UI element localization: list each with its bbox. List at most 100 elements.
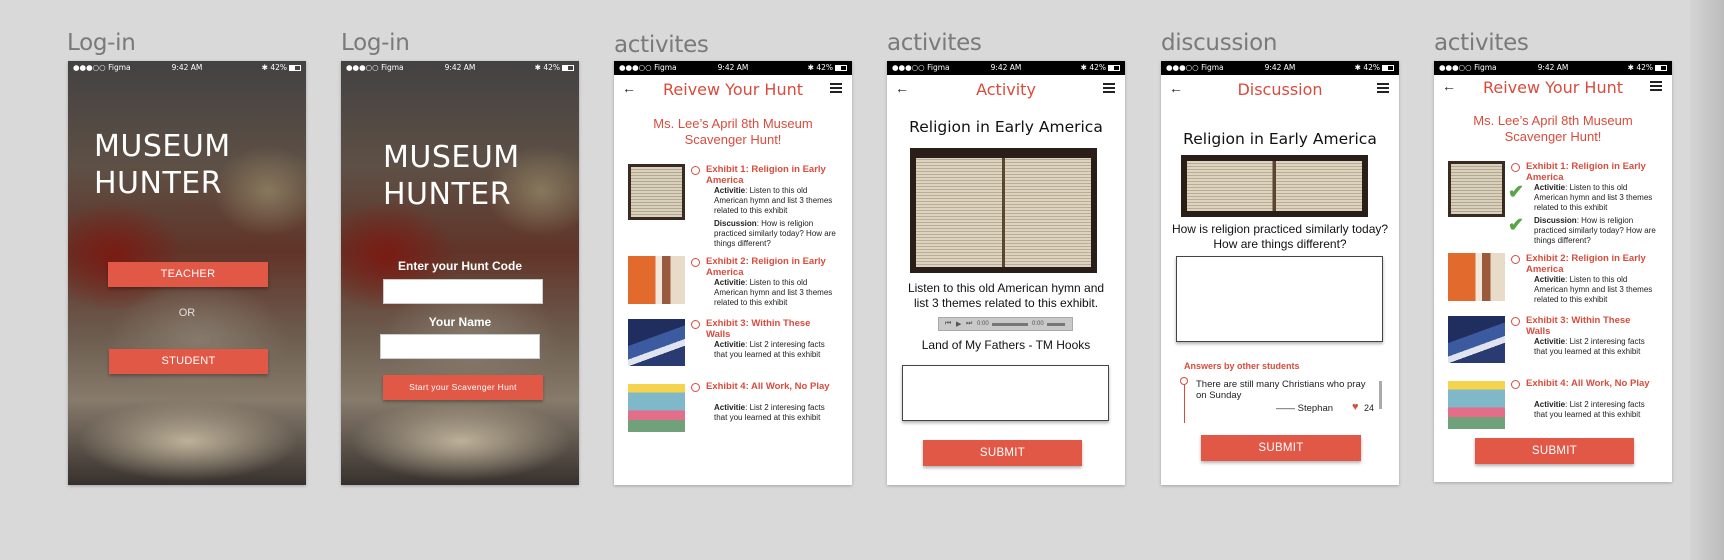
- play-icon[interactable]: ▶: [956, 320, 961, 328]
- exhibit-2-title[interactable]: Exhibit 2: Religion in Early America: [1526, 253, 1654, 275]
- nav-bar: ← Activity: [887, 75, 1125, 107]
- exhibit-2-title[interactable]: Exhibit 2: Religion in Early America: [706, 256, 834, 278]
- discussion-question: How is religion practiced similarly toda…: [1171, 222, 1389, 251]
- review-hunt-progress-screen: ●●●○○ Figma 9:42 AM ✱ 42% ← Reivew Your …: [1434, 61, 1672, 482]
- exhibit-1-radio[interactable]: [1511, 163, 1520, 172]
- exhibit-4-thumbnail[interactable]: [628, 384, 685, 432]
- exhibit-4-activity: Activitie: List 2 interesing facts that …: [1534, 400, 1645, 419]
- exhibit-1-radio[interactable]: [691, 166, 700, 175]
- scrollbar[interactable]: [1379, 381, 1382, 409]
- login-role-screen: ●●●○○ Figma 9:42 AM ✱ 42% MUSEUM HUNTER T…: [68, 61, 306, 485]
- submit-button[interactable]: SUBMIT: [1201, 435, 1361, 461]
- exhibit-4-radio[interactable]: [691, 383, 700, 392]
- login-hunt-code-screen: ●●●○○ Figma 9:42 AM ✱ 42% MUSEUM HUNTER E…: [341, 61, 579, 485]
- your-name-label: Your Name: [428, 315, 492, 329]
- exhibit-1-thumbnail[interactable]: [1448, 161, 1505, 217]
- exhibit-heading: Religion in Early America: [1183, 130, 1377, 148]
- battery: ✱ 42%: [262, 63, 301, 72]
- page-title: Activity: [976, 80, 1036, 99]
- submit-button[interactable]: SUBMIT: [1475, 438, 1634, 464]
- submit-button[interactable]: SUBMIT: [923, 440, 1082, 466]
- exhibit-4-thumbnail[interactable]: [1448, 381, 1505, 429]
- forward-icon[interactable]: ⏭: [966, 320, 972, 328]
- activity-screen: ●●●○○ Figma 9:42 AM ✱ 42% ← Activity Rel…: [887, 61, 1125, 485]
- exhibit-1-activity: Activitie: Listen to this old American h…: [1534, 183, 1653, 212]
- exhibit-2-activity: Activitie: Listen to this old American h…: [714, 278, 833, 307]
- rewind-icon[interactable]: ⏮: [945, 320, 951, 328]
- hunt-code-input[interactable]: [383, 279, 543, 304]
- battery-icon: [1382, 65, 1394, 71]
- battery-icon: [1655, 65, 1667, 71]
- exhibit-4-title[interactable]: Exhibit 4: All Work, No Play: [706, 381, 834, 393]
- exhibit-4-title[interactable]: Exhibit 4: All Work, No Play: [1526, 378, 1654, 390]
- exhibit-4-radio[interactable]: [1511, 380, 1520, 389]
- audio-player[interactable]: ⏮ ▶ ⏭ 0:00 0:00: [938, 317, 1073, 331]
- exhibit-1-thumbnail[interactable]: [628, 164, 685, 220]
- page-title: Discussion: [1237, 80, 1323, 99]
- audio-progress-bar[interactable]: [992, 323, 1028, 326]
- hamburger-menu-icon[interactable]: [1103, 83, 1115, 93]
- status-bar: ●●●○○ Figma 9:42 AM ✱ 42%: [68, 61, 306, 75]
- exhibit-3-title[interactable]: Exhibit 3: Within These Walls: [706, 318, 834, 340]
- page-title: Reivew Your Hunt: [1483, 78, 1623, 97]
- exhibit-1-activity: Activitie: Listen to this old American h…: [714, 186, 833, 215]
- exhibit-2-radio[interactable]: [691, 258, 700, 267]
- exhibit-image: [910, 148, 1097, 273]
- nav-bar: ← Reivew Your Hunt: [1434, 73, 1672, 105]
- heart-icon[interactable]: ♥: [1352, 401, 1359, 413]
- teacher-button[interactable]: TEACHER: [108, 262, 268, 287]
- battery-icon: [562, 65, 574, 71]
- app-title: MUSEUM HUNTER: [94, 129, 231, 201]
- exhibit-2-thumbnail[interactable]: [1448, 253, 1505, 301]
- exhibit-1-title[interactable]: Exhibit 1: Religion in Early America: [706, 164, 834, 186]
- frame-label-activities-3: activites: [1434, 30, 1529, 56]
- song-title: Land of My Fathers - TM Hooks: [921, 338, 1091, 352]
- exhibit-3-radio[interactable]: [1511, 317, 1520, 326]
- exhibit-1-title[interactable]: Exhibit 1: Religion in Early America: [1526, 161, 1654, 183]
- frame-label-discussion: discussion: [1161, 30, 1278, 56]
- exhibit-2-activity: Activitie: Listen to this old American h…: [1534, 275, 1653, 304]
- exhibit-4-activity: Activitie: List 2 interesing facts that …: [714, 403, 825, 422]
- hamburger-menu-icon[interactable]: [830, 83, 842, 93]
- exhibit-3-title[interactable]: Exhibit 3: Within These Walls: [1526, 315, 1654, 337]
- exhibit-3-thumbnail[interactable]: [628, 319, 685, 366]
- canvas-edge: [1690, 0, 1724, 560]
- timeline-line: [1183, 385, 1185, 423]
- volume-slider[interactable]: [1047, 323, 1065, 326]
- exhibit-3-radio[interactable]: [691, 320, 700, 329]
- review-hunt-screen: ●●●○○ Figma 9:42 AM ✱ 42% ← Reivew Your …: [614, 61, 852, 485]
- discussion-screen: ●●●○○ Figma 9:42 AM ✱ 42% ← Discussion R…: [1161, 61, 1399, 485]
- exhibit-2-thumbnail[interactable]: [628, 256, 685, 304]
- name-input[interactable]: [380, 334, 540, 359]
- status-bar: ●●●○○ Figma 9:42 AM ✱ 42%: [887, 61, 1125, 75]
- battery-icon: [1108, 65, 1120, 71]
- audio-elapsed: 0:00: [977, 321, 989, 327]
- status-bar: ●●●○○ Figma 9:42 AM ✱ 42%: [614, 61, 852, 75]
- or-label: OR: [178, 307, 196, 319]
- student-button[interactable]: STUDENT: [109, 349, 268, 374]
- discussion-textarea[interactable]: [1176, 256, 1383, 342]
- hunt-subtitle: Ms. Lee’s April 8th Museum Scavenger Hunt…: [1473, 113, 1633, 144]
- activity-complete-check-icon: ✔: [1508, 182, 1524, 203]
- student-answer-author: —— Stephan: [1276, 403, 1334, 414]
- exhibit-2-radio[interactable]: [1511, 255, 1520, 264]
- answer-textarea[interactable]: [902, 365, 1109, 421]
- discussion-complete-check-icon: ✔: [1508, 215, 1524, 236]
- battery: ✱ 42%: [535, 63, 574, 72]
- exhibit-3-activity: Activitie: List 2 interesing facts that …: [714, 340, 825, 359]
- battery: ✱ 42%: [1355, 63, 1394, 72]
- hamburger-menu-icon[interactable]: [1377, 83, 1389, 93]
- start-hunt-button[interactable]: Start your Scavenger Hunt: [383, 375, 543, 400]
- answers-header: Answers by other students: [1184, 361, 1300, 371]
- exhibit-3-thumbnail[interactable]: [1448, 316, 1505, 363]
- frame-label-activities-1: activites: [614, 32, 709, 58]
- nav-bar: ← Reivew Your Hunt: [614, 75, 852, 107]
- exhibit-3-activity: Activitie: List 2 interesing facts that …: [1534, 337, 1645, 356]
- frame-label-login-1: Log-in: [67, 30, 136, 56]
- hamburger-menu-icon[interactable]: [1650, 81, 1662, 91]
- status-bar: ●●●○○ Figma 9:42 AM ✱ 42%: [341, 61, 579, 75]
- frame-label-activities-2: activites: [887, 30, 982, 56]
- battery-icon: [835, 65, 847, 71]
- like-count: 24: [1364, 403, 1375, 413]
- page-title: Reivew Your Hunt: [663, 80, 803, 99]
